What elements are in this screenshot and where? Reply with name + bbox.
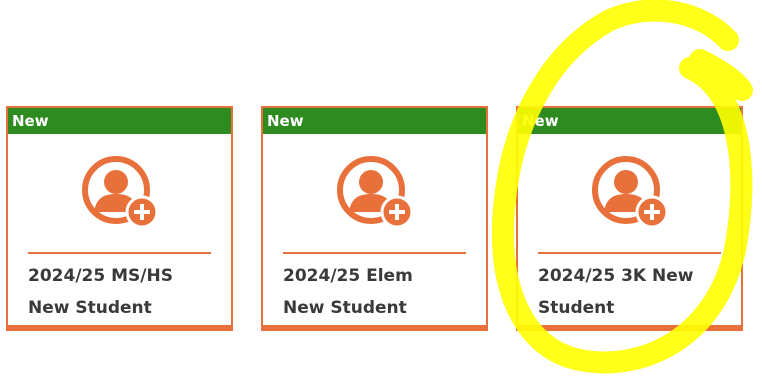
add-user-icon — [591, 156, 668, 228]
card-title: 2024/25 MS/HS New Student — [28, 266, 173, 318]
card-elem-new-student[interactable]: New 2024/25 Elem New Student — [261, 106, 488, 331]
card-ms-hs-new-student[interactable]: New 2024/25 MS/HS New Student — [6, 106, 233, 331]
card-3k-new-student[interactable]: New 2024/25 3K New Student — [516, 106, 743, 331]
form-cards: New 2024/25 MS/HS New Student New 2024/2… — [6, 106, 743, 331]
new-badge: New — [518, 108, 741, 134]
add-user-icon — [81, 156, 158, 228]
card-title: 2024/25 3K New Student — [538, 266, 694, 318]
card-title: 2024/25 Elem New Student — [283, 266, 413, 318]
new-badge: New — [8, 108, 231, 134]
screen: New 2024/25 MS/HS New Student New 2024/2… — [0, 0, 762, 381]
add-user-icon — [336, 156, 413, 228]
new-badge: New — [263, 108, 486, 134]
